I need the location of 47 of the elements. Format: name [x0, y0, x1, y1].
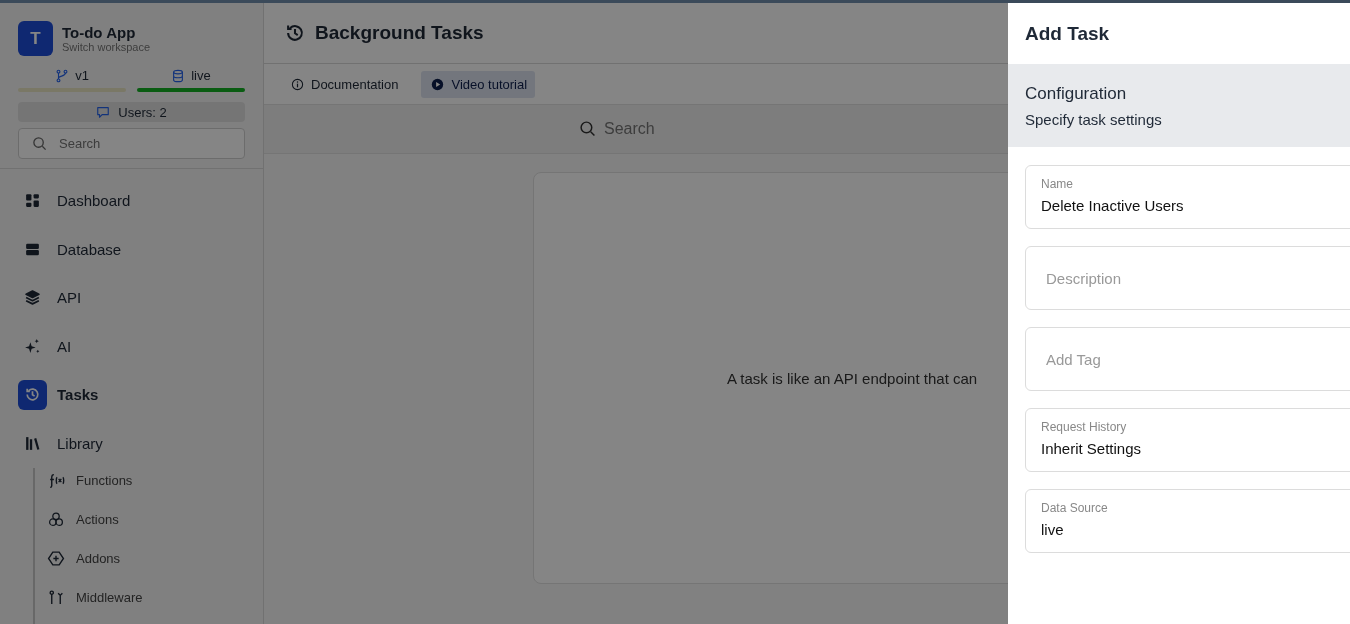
dashboard-icon — [24, 192, 41, 209]
play-icon — [431, 77, 445, 91]
addon-icon — [47, 550, 65, 567]
environment-tab[interactable]: v1 — [18, 64, 126, 92]
input-field[interactable]: Description — [1025, 246, 1350, 310]
nav-item[interactable]: Library — [18, 427, 245, 459]
workspace-switch-link[interactable]: Switch workspace — [62, 41, 151, 53]
actions-icon — [47, 511, 65, 528]
nav-item[interactable]: Dashboard — [18, 185, 245, 216]
users-button[interactable]: Users: 2 — [18, 102, 245, 123]
history-icon — [284, 22, 306, 44]
branch-icon — [55, 68, 70, 83]
history-icon — [24, 386, 41, 403]
chat-icon — [96, 105, 111, 120]
layers-icon — [24, 289, 41, 306]
field-label: Name — [1041, 177, 1073, 191]
nav-item[interactable]: AI — [18, 330, 245, 362]
nav-item[interactable]: Tasks — [18, 379, 245, 410]
nav-subitem[interactable]: Addons — [47, 546, 245, 571]
help-link[interactable]: Video tutorial — [421, 70, 536, 98]
database-icon — [171, 68, 186, 83]
section-subtitle: Specify task settings — [1025, 110, 1163, 128]
empty-state-text: A task is like an API endpoint that can — [727, 369, 978, 387]
sparkle-icon — [24, 337, 41, 355]
workspace-name[interactable]: To-do App — [62, 24, 151, 41]
middleware-icon — [47, 589, 65, 606]
workspace-logo[interactable]: T — [18, 21, 53, 56]
nav-item[interactable]: API — [18, 282, 245, 313]
search-icon — [32, 136, 47, 152]
search-field[interactable]: Search — [18, 128, 245, 160]
help-link[interactable]: Documentation — [289, 70, 407, 98]
info-icon — [291, 77, 304, 91]
search-icon — [579, 120, 596, 137]
nav-subitem[interactable]: Middleware — [47, 585, 245, 610]
drawer-title: Add Task — [1024, 21, 1111, 46]
field-label: Request History — [1041, 420, 1127, 434]
page-title: Background Tasks — [315, 22, 484, 44]
search-field[interactable]: Search — [264, 104, 1008, 154]
nav-subitem[interactable]: Functions — [47, 468, 245, 493]
input-field[interactable]: Add Tag — [1025, 327, 1350, 391]
function-icon — [47, 472, 65, 489]
environment-tab[interactable]: live — [137, 64, 245, 92]
field-label: Data Source — [1041, 501, 1108, 515]
section-title: Configuration — [1025, 83, 1128, 104]
nav-subitem[interactable]: Actions — [47, 507, 245, 532]
library-icon — [24, 434, 41, 452]
nav-item[interactable]: Database — [18, 233, 245, 265]
